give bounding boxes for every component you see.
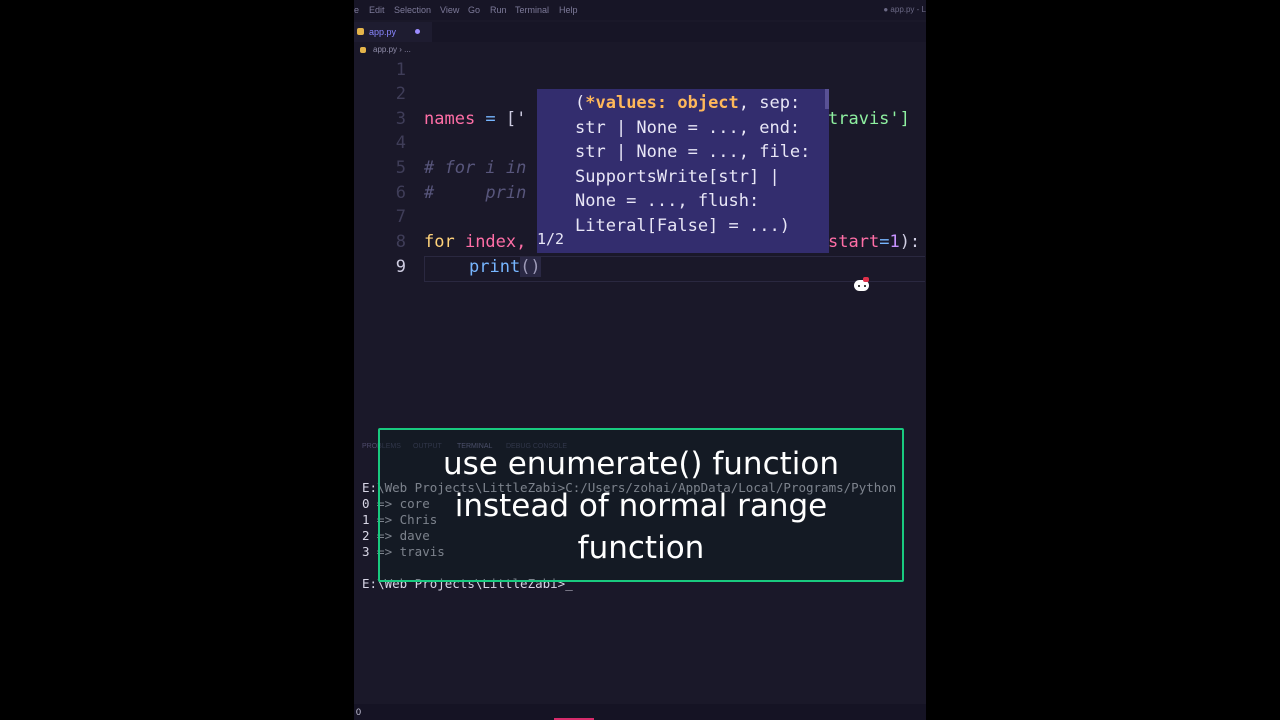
code-line-3: names = [' travis'] <box>424 109 910 129</box>
editor-tab-bar: app.py <box>354 22 926 42</box>
line-number: 5 <box>395 158 406 178</box>
code-line-9: print() <box>469 257 541 277</box>
caption-line: function <box>577 530 705 566</box>
status-bar: 0 <box>354 704 926 720</box>
code-line-8: for index, start=1): <box>424 232 920 252</box>
function-print: print <box>469 257 521 277</box>
caption-line: use enumerate() function <box>442 446 839 482</box>
menu-view[interactable]: View <box>440 5 459 15</box>
line-number: 6 <box>395 183 406 203</box>
signature-text: (*values: object, sep: str | None = ...,… <box>575 91 829 239</box>
line-number: 3 <box>395 109 406 129</box>
python-file-icon <box>360 47 366 53</box>
signature-rest: , sep: str | None = ..., end: str | None… <box>575 93 821 236</box>
line-number: 4 <box>395 133 406 153</box>
operator: = <box>475 109 506 129</box>
line-number: 7 <box>395 207 406 227</box>
breadcrumb-text: app.py › ... <box>373 45 411 54</box>
number-1: 1 <box>889 232 900 252</box>
vscode-window: e Edit Selection View Go Run Terminal He… <box>354 0 926 720</box>
string-travis: travis'] <box>828 109 910 129</box>
popup-scrollbar[interactable] <box>825 89 829 109</box>
menu-go[interactable]: Go <box>468 5 480 15</box>
cat-bow <box>863 277 869 282</box>
menu-help[interactable]: Help <box>559 5 578 15</box>
cat-cursor-icon <box>854 276 870 292</box>
menu-run[interactable]: Run <box>490 5 507 15</box>
caption-line: instead of normal range <box>454 488 828 524</box>
window-title: ● app.py - L <box>883 5 926 14</box>
line-number-current: 9 <box>395 257 406 277</box>
line-end: ): <box>899 232 921 252</box>
enumerate-args: start=1): <box>828 232 920 252</box>
code-line-5-comment: # for i in <box>424 158 527 178</box>
line-number: 2 <box>395 84 406 104</box>
variable-names: names <box>424 109 476 129</box>
operator-eq: = <box>879 232 890 252</box>
variable-index: index, <box>454 232 527 252</box>
keyword-for: for <box>424 232 455 252</box>
tab-label: app.py <box>369 27 397 37</box>
line-number: 8 <box>395 232 406 252</box>
signature-help-popup[interactable]: (*values: object, sep: str | None = ...,… <box>537 89 829 253</box>
menu-terminal[interactable]: Terminal <box>515 5 549 15</box>
signature-open: ( <box>575 93 586 113</box>
active-parameter: *values: object <box>585 93 739 113</box>
menu-file[interactable]: e <box>354 5 359 15</box>
status-left[interactable]: 0 <box>356 707 361 717</box>
list-open: [' <box>505 109 527 129</box>
menu-bar: e Edit Selection View Go Run Terminal He… <box>354 0 926 20</box>
code-line-6-comment: # prin <box>424 183 527 203</box>
kwarg-start: start <box>828 232 880 252</box>
tab-app-py[interactable]: app.py <box>354 22 432 42</box>
cat-eye <box>858 285 860 287</box>
caption-overlay: use enumerate() function instead of norm… <box>378 428 904 582</box>
parens: () <box>520 257 541 277</box>
unsaved-dot-icon[interactable] <box>415 29 420 34</box>
cat-eye <box>864 285 866 287</box>
line-number: 1 <box>395 60 406 80</box>
menu-edit[interactable]: Edit <box>369 5 385 15</box>
python-file-icon <box>357 28 364 35</box>
menu-selection[interactable]: Selection <box>394 5 431 15</box>
overload-counter[interactable]: 1/2 <box>537 230 564 248</box>
